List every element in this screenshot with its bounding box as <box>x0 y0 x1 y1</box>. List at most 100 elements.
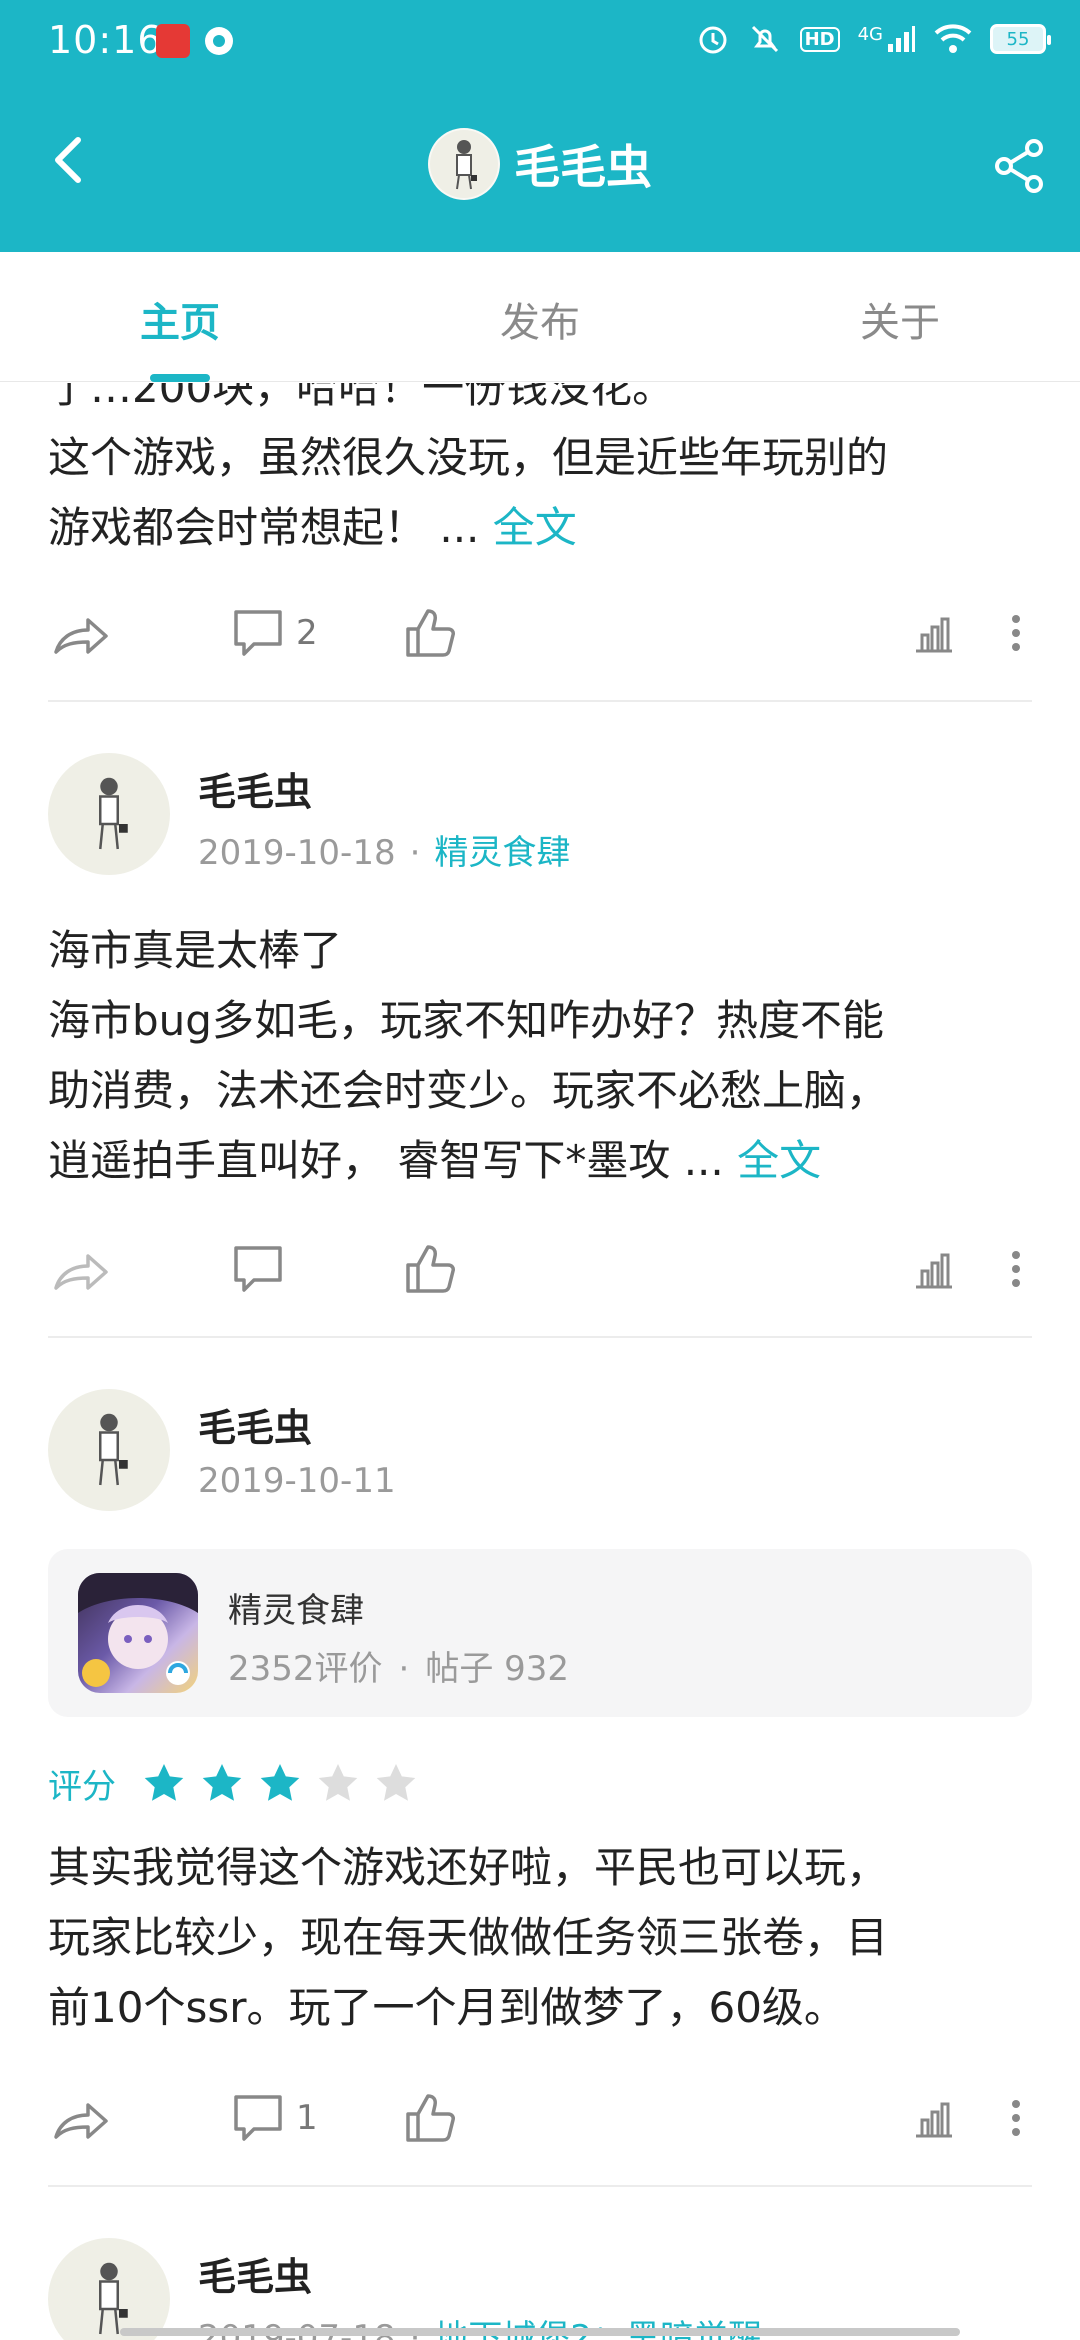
page-title: 毛毛虫 <box>514 140 652 194</box>
game-card[interactable]: 精灵食肆 2352评价 · 帖子 932 <box>48 1549 1032 1717</box>
post-date: 2019-10-18 <box>198 833 396 873</box>
star-icon <box>144 1764 184 1801</box>
comment-count: 1 <box>296 2098 318 2138</box>
battery-icon: 55 <box>990 24 1051 54</box>
like-button[interactable] <box>404 593 456 673</box>
stats-bar-icon <box>916 617 952 653</box>
game-icon <box>78 1573 198 1693</box>
status-time: 10:16 <box>48 18 163 62</box>
more-button[interactable] <box>1010 1229 1022 1309</box>
game-post-count: 帖子 932 <box>425 1649 570 1689</box>
avatar[interactable] <box>48 753 170 875</box>
comment-icon <box>234 2095 282 2141</box>
like-button[interactable] <box>404 2078 456 2158</box>
star-icon <box>260 1764 300 1801</box>
post-text-line: 游戏都会时常想起！ ... <box>48 503 480 552</box>
post-body[interactable]: 海市真是太棒了 海市bug多如毛，玩家不知咋办好？热度不能 助消费，法术还会时变… <box>48 916 1032 1196</box>
forward-icon <box>54 2103 108 2139</box>
game-name: 精灵食肆 <box>228 1591 364 1631</box>
forward-icon <box>54 618 108 654</box>
comment-count: 2 <box>296 613 318 653</box>
network-type: 4G <box>857 24 883 45</box>
post-feed[interactable]: 了…200块，哈哈！一份钱没花。 这个游戏，虽然很久没玩，但是近些年玩别的 游戏… <box>0 383 1080 2340</box>
comment-icon <box>234 610 282 656</box>
share-post-button[interactable] <box>52 593 112 673</box>
author-name[interactable]: 毛毛虫 <box>198 2246 312 2301</box>
rating-row: 评分 <box>48 1753 418 1813</box>
title-avatar[interactable] <box>428 128 500 200</box>
post-text-line: 海市bug多如毛，玩家不知咋办好？热度不能 <box>48 996 884 1045</box>
avatar-figure-icon <box>99 777 128 850</box>
post-header: 毛毛虫 2019-10-11 <box>48 1389 1032 1529</box>
post-text-line: 海市真是太棒了 <box>48 926 343 975</box>
author-name[interactable]: 毛毛虫 <box>198 761 312 816</box>
rating-label: 评分 <box>48 1766 116 1807</box>
mute-icon <box>748 22 782 56</box>
post-actions: 1 <box>0 2078 1080 2158</box>
thumbs-up-icon <box>406 1245 455 1293</box>
post-meta: 2019-10-18 · 精灵食肆 <box>198 825 570 874</box>
share-post-button[interactable] <box>52 2078 112 2158</box>
avatar-figure-icon <box>99 1413 128 1486</box>
tab-home[interactable]: 主页 <box>80 290 280 348</box>
full-text-link[interactable]: 全文 <box>737 1136 821 1185</box>
status-bar: 10:16 HD 4G 55 <box>0 0 1080 84</box>
thumbs-up-icon <box>406 2094 455 2142</box>
game-link[interactable]: 精灵食肆 <box>434 833 570 873</box>
wifi-icon <box>934 23 972 55</box>
avatar[interactable] <box>48 1389 170 1511</box>
active-tab-indicator <box>150 374 210 382</box>
comment-icon <box>234 1246 282 1292</box>
share-button[interactable] <box>990 136 1050 196</box>
post-divider <box>48 1336 1032 1338</box>
hd-icon: HD <box>799 26 840 52</box>
more-dots-icon <box>1012 2100 1020 2136</box>
tab-about[interactable]: 关于 <box>800 290 1000 348</box>
tab-publish[interactable]: 发布 <box>440 290 640 348</box>
comment-button[interactable] <box>232 1229 296 1309</box>
post-header: 毛毛虫 2019-07-18·地下城堡2：黑暗觉醒 <box>48 2238 1032 2340</box>
signal-icon: 4G <box>858 24 916 54</box>
avatar-figure-icon <box>99 2262 128 2335</box>
thumbs-up-icon <box>406 609 455 657</box>
author-name[interactable]: 毛毛虫 <box>198 1397 312 1452</box>
stats-bar-icon <box>916 2102 952 2138</box>
game-review-count: 2352评价 <box>228 1649 383 1689</box>
forward-icon <box>54 1254 108 1290</box>
like-button[interactable] <box>404 1229 456 1309</box>
comment-button[interactable]: 2 <box>232 593 318 673</box>
more-dots-icon <box>1012 1251 1020 1287</box>
more-button[interactable] <box>1010 593 1022 673</box>
game-stats: 2352评价 · 帖子 932 <box>228 1641 569 1690</box>
post-body[interactable]: 其实我觉得这个游戏还好啦，平民也可以玩， 玩家比较少，现在每天做做任务领三张卷，… <box>48 1833 1032 2043</box>
game-character-icon <box>78 1573 198 1687</box>
share-icon <box>995 139 1043 193</box>
comment-button[interactable]: 1 <box>232 2078 318 2158</box>
post-body[interactable]: 了…200块，哈哈！一份钱没花。 这个游戏，虽然很久没玩，但是近些年玩别的 游戏… <box>48 383 1032 563</box>
more-button[interactable] <box>1010 2078 1022 2158</box>
post-text-line: 助消费，法术还会时变少。玩家不必愁上脑， <box>48 1066 889 1115</box>
star-empty-icon <box>376 1764 416 1801</box>
profile-tabs: 主页 发布 关于 <box>0 252 1080 382</box>
post-date: 2019-10-11 <box>198 1461 396 1501</box>
post-text-line: 这个游戏，虽然很久没玩，但是近些年玩别的 <box>48 433 889 482</box>
app-header: 10:16 HD 4G 55 毛毛虫 <box>0 0 1080 252</box>
post-divider <box>48 700 1032 702</box>
meta-separator: · <box>409 833 421 873</box>
stats-button[interactable] <box>912 593 956 673</box>
profile-title: 毛毛虫 <box>0 128 1080 200</box>
avatar-figure-icon <box>456 140 477 190</box>
notification-bell-icon <box>200 22 238 64</box>
post-text-line: 了…200块，哈哈！一份钱没花。 <box>48 383 675 412</box>
star-icon <box>202 1764 242 1801</box>
more-dots-icon <box>1012 615 1020 651</box>
post-meta: 2019-10-11 <box>198 1461 396 1501</box>
home-indicator[interactable] <box>120 2328 960 2336</box>
full-text-link[interactable]: 全文 <box>493 503 577 552</box>
stats-button[interactable] <box>912 1229 956 1309</box>
avatar[interactable] <box>48 2238 170 2340</box>
stats-button[interactable] <box>912 2078 956 2158</box>
share-post-button[interactable] <box>52 1229 112 1309</box>
meta-separator: · <box>398 1649 410 1689</box>
post-text-line: 逍遥拍手直叫好， 睿智写下*墨攻 ... <box>48 1136 724 1185</box>
